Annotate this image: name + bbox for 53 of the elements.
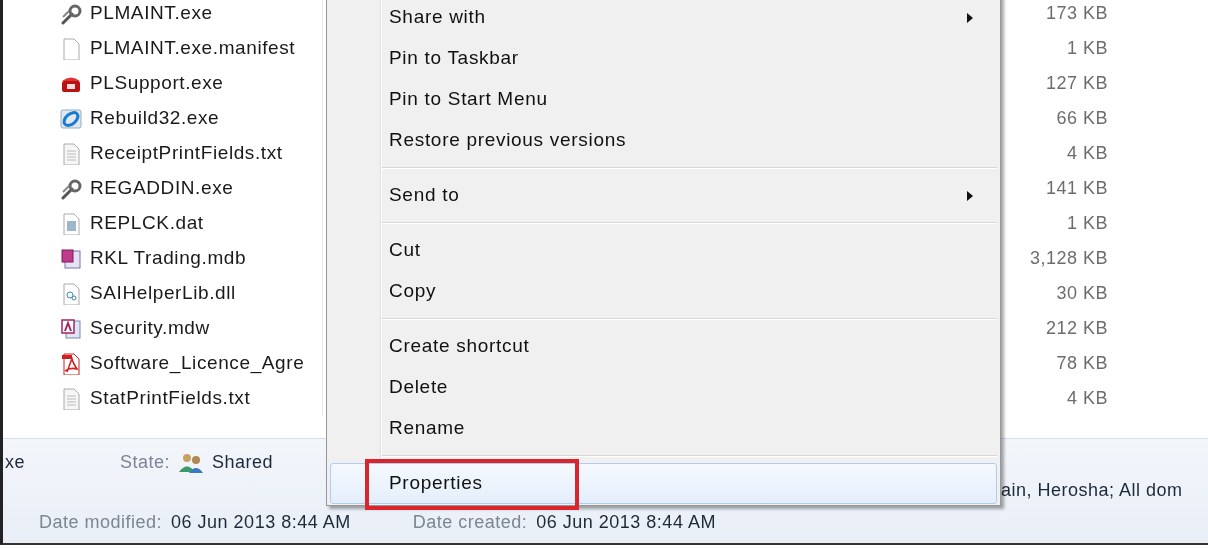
file-name[interactable]: SAIHelperLib.dll [90, 279, 236, 308]
file-size: 30 KB [1056, 283, 1108, 303]
file-size: 66 KB [1056, 108, 1108, 128]
date-modified-value: 06 Jun 2013 8:44 AM [171, 511, 351, 534]
file-name-text: xe [5, 451, 25, 474]
file-name[interactable]: PLMAINT.exe.manifest [90, 34, 296, 63]
menu-item[interactable]: Pin to Start Menu [330, 79, 997, 120]
file-size: 1 KB [1066, 213, 1108, 233]
file-size: 3,128 KB [1029, 248, 1108, 268]
database-file-icon [60, 247, 82, 270]
file-name[interactable]: Security.mdw [90, 314, 210, 343]
file-name[interactable]: StatPrintFields.txt [90, 384, 251, 413]
file-size: 4 KB [1066, 143, 1108, 163]
menu-item[interactable]: Cut [330, 230, 997, 271]
menu-item[interactable]: Copy [330, 271, 997, 312]
menu-item[interactable]: Send to [330, 175, 997, 216]
data-file-icon [60, 212, 82, 235]
blank-file-icon [60, 37, 82, 60]
state-value: Shared [212, 451, 274, 474]
date-created-value: 06 Jun 2013 8:44 AM [536, 511, 716, 534]
file-name[interactable]: Software_Licence_Agre [90, 349, 305, 378]
shared-with-value: ain, Herosha; All dom [1001, 479, 1183, 502]
file-name[interactable]: RKL Trading.mdb [90, 244, 247, 273]
menu-item[interactable]: Create shortcut [330, 326, 997, 367]
menu-item[interactable]: Restore previous versions [330, 120, 997, 161]
file-size: 127 KB [1045, 73, 1108, 93]
text-file-icon [60, 387, 82, 410]
state-label: State: [120, 451, 171, 474]
file-size: 4 KB [1066, 388, 1108, 408]
file-name[interactable]: ReceiptPrintFields.txt [90, 139, 283, 168]
file-size: 78 KB [1056, 353, 1108, 373]
text-file-icon [60, 142, 82, 165]
library-file-icon [60, 282, 82, 305]
menu-item[interactable]: Rename [330, 408, 997, 449]
file-name[interactable]: PLSupport.exe [90, 69, 224, 98]
file-name[interactable]: REGADDIN.exe [90, 174, 234, 203]
file-name[interactable]: Rebuild32.exe [90, 104, 220, 133]
file-size: 173 KB [1045, 3, 1108, 23]
file-size: 212 KB [1045, 318, 1108, 338]
file-size: 1 KB [1066, 38, 1108, 58]
users-icon [178, 452, 205, 473]
menu-item[interactable]: Properties [330, 463, 997, 504]
file-name[interactable]: REPLCK.dat [90, 209, 204, 238]
menu-item[interactable]: Share with [330, 0, 997, 38]
database-file-icon [60, 317, 82, 340]
menu-item[interactable]: Delete [330, 367, 997, 408]
file-size: 141 KB [1045, 178, 1108, 198]
date-modified-label: Date modified: [39, 511, 163, 534]
loop-icon [60, 107, 82, 130]
menu-item[interactable]: Pin to Taskbar [330, 38, 997, 79]
file-name[interactable]: PLMAINT.exe [90, 0, 213, 28]
date-created-label: Date created: [412, 511, 528, 534]
pdf-file-icon [60, 352, 82, 375]
